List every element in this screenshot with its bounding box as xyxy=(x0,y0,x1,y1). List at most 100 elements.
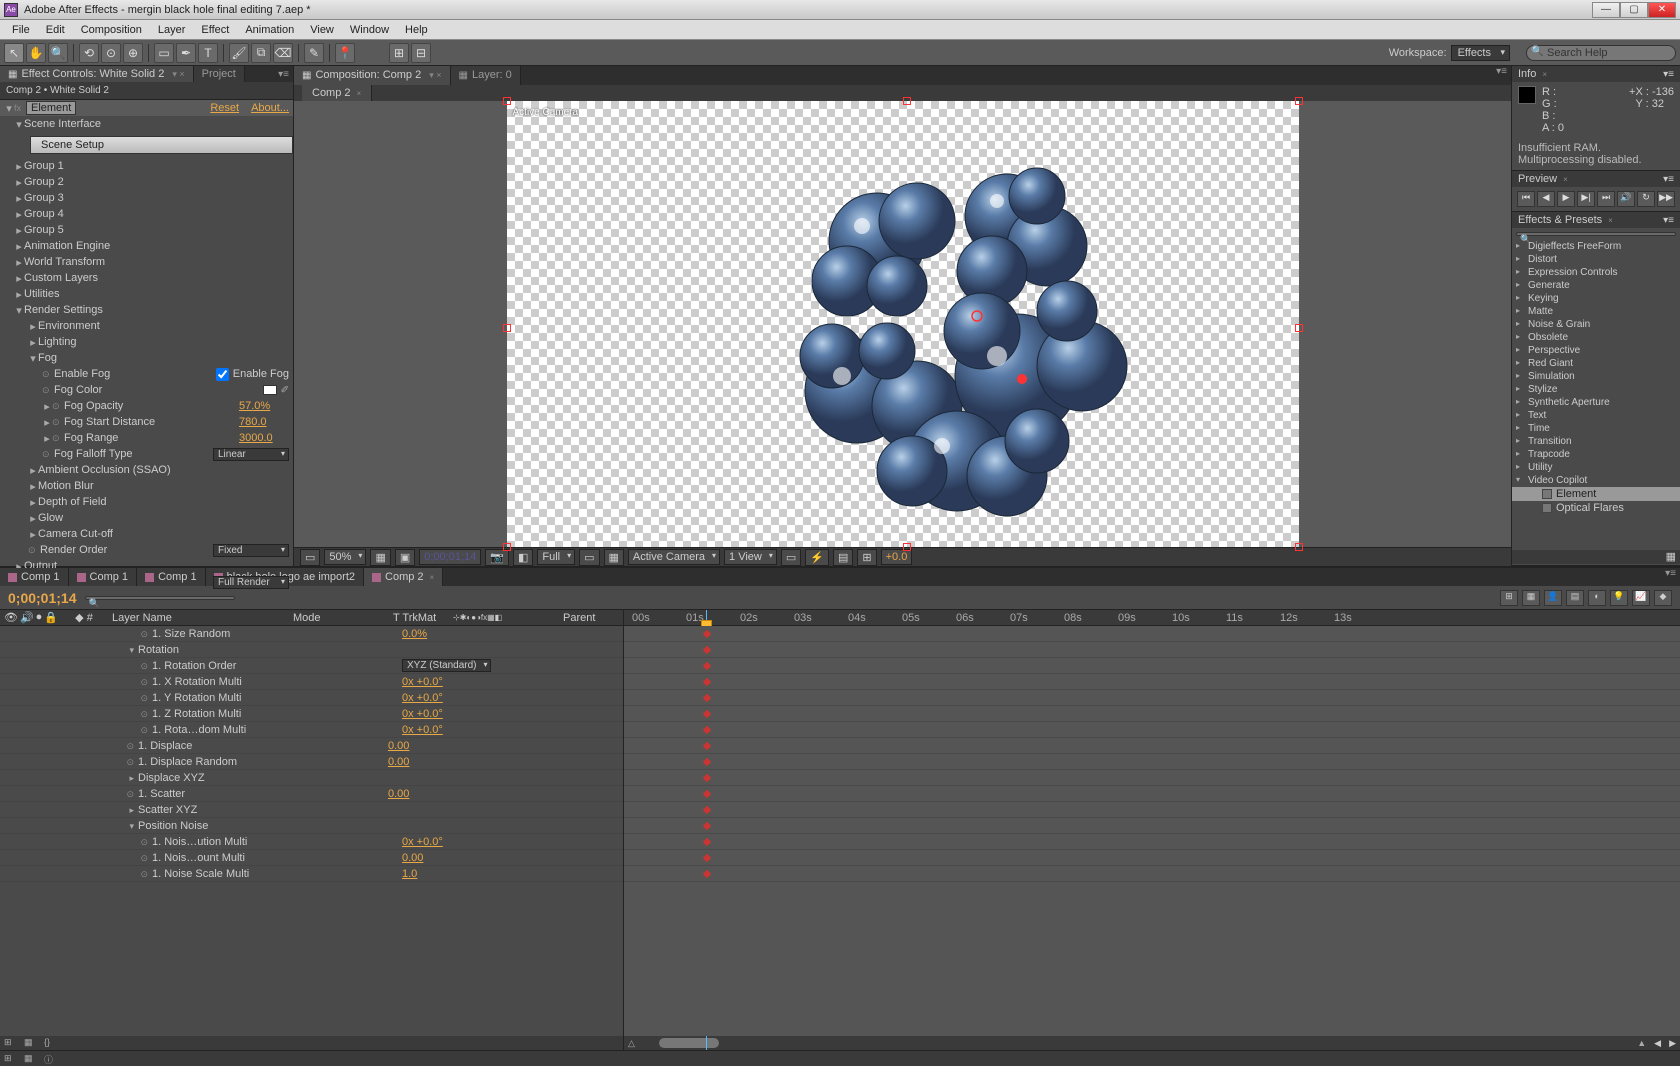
keyframe-icon[interactable] xyxy=(703,742,711,750)
render-order-dropdown[interactable]: Fixed xyxy=(213,544,289,557)
close-icon[interactable]: × xyxy=(430,573,435,582)
menu-animation[interactable]: Animation xyxy=(237,22,302,38)
timeline-track[interactable] xyxy=(624,818,1680,834)
toggle-switches-icon[interactable]: ⊞ xyxy=(4,1037,20,1049)
menu-composition[interactable]: Composition xyxy=(73,22,150,38)
fog-range-value[interactable]: 3000.0 xyxy=(239,432,289,444)
time-ruler[interactable]: 00s01s02s03s04s05s06s07s08s09s10s11s12s1… xyxy=(624,610,1680,626)
keyframe-icon[interactable] xyxy=(703,662,711,670)
auto-keyframe-icon[interactable]: ◆ xyxy=(1654,590,1672,606)
effects-preset-list[interactable]: Digieffects FreeForm Distort Expression … xyxy=(1512,240,1680,550)
timeline-tab[interactable]: Comp 1 xyxy=(0,568,69,586)
group-row[interactable]: ▸Group 4 xyxy=(0,206,293,222)
solo-column-icon[interactable]: ● xyxy=(36,611,43,624)
group-row[interactable]: ▸Group 5 xyxy=(0,222,293,238)
preset-folder[interactable]: Simulation xyxy=(1512,370,1680,383)
timeline-track[interactable] xyxy=(624,738,1680,754)
preset-folder[interactable]: Keying xyxy=(1512,292,1680,305)
exposure-value[interactable]: +0.0 xyxy=(881,549,913,565)
info-panel-header[interactable]: Info×▾≡ xyxy=(1512,66,1680,82)
keyframe-icon[interactable] xyxy=(703,790,711,798)
timeline-property-row[interactable]: ▸Scatter XYZ xyxy=(0,802,623,818)
section-row[interactable]: ▸Animation Engine xyxy=(0,238,293,254)
render-settings-row[interactable]: ▾Render Settings xyxy=(0,302,293,318)
project-tab[interactable]: Project xyxy=(194,66,245,82)
timeline-track[interactable] xyxy=(624,658,1680,674)
timeline-track[interactable] xyxy=(624,706,1680,722)
effect-controls-tab[interactable]: ▦ Effect Controls: White Solid 2▾ × xyxy=(0,66,194,82)
switches-column[interactable]: ⊹✱◐●◑fx▦◧ xyxy=(453,613,563,622)
section-row[interactable]: ▸Utilities xyxy=(0,286,293,302)
toggle-in-out-icon[interactable]: {} xyxy=(44,1037,60,1049)
effect-name[interactable]: Element xyxy=(26,101,76,115)
next-frame-button[interactable]: ▶| xyxy=(1577,191,1595,207)
clone-tool-icon[interactable]: ⧉ xyxy=(251,43,271,63)
keyframe-icon[interactable] xyxy=(703,806,711,814)
lock-column-icon[interactable]: 🔒 xyxy=(44,611,58,624)
lighting-row[interactable]: ▸Lighting xyxy=(0,334,293,350)
camera-cutoff-row[interactable]: ▸Camera Cut-off xyxy=(0,526,293,542)
fog-start-value[interactable]: 780.0 xyxy=(239,416,289,428)
search-help-input[interactable]: Search Help xyxy=(1526,45,1676,61)
rotate-tool-icon[interactable]: ⟲ xyxy=(79,43,99,63)
preset-folder[interactable]: Generate xyxy=(1512,279,1680,292)
grid-icon[interactable]: ▦ xyxy=(370,549,390,566)
stopwatch-icon[interactable]: ⊙ xyxy=(140,725,148,735)
timeline-track[interactable] xyxy=(624,690,1680,706)
disclosure-arrow-icon[interactable]: ▾ xyxy=(129,821,134,831)
stopwatch-icon[interactable]: ⊙ xyxy=(126,757,134,767)
preset-folder[interactable]: Trapcode xyxy=(1512,448,1680,461)
preset-folder-open[interactable]: Video Copilot xyxy=(1512,474,1680,487)
menu-edit[interactable]: Edit xyxy=(38,22,73,38)
close-icon[interactable]: × xyxy=(357,89,362,98)
label-column-icon[interactable]: ◆ xyxy=(75,612,83,624)
preset-folder[interactable]: Matte xyxy=(1512,305,1680,318)
timeline-property-row[interactable]: ⊙1. Size Random0.0% xyxy=(0,626,623,642)
stopwatch-icon[interactable]: ⊙ xyxy=(140,869,148,879)
timeline-property-row[interactable]: ⊙1. Scatter0.00 xyxy=(0,786,623,802)
property-value[interactable]: 0.00 xyxy=(388,740,409,752)
section-row[interactable]: ▸Custom Layers xyxy=(0,270,293,286)
brainstorm-icon[interactable]: 💡 xyxy=(1610,590,1628,606)
preset-folder[interactable]: Distort xyxy=(1512,253,1680,266)
preset-folder[interactable]: Perspective xyxy=(1512,344,1680,357)
roi-icon[interactable]: ▭ xyxy=(579,549,599,566)
timeline-search-input[interactable] xyxy=(85,596,235,600)
pen-tool-icon[interactable]: ✒ xyxy=(176,43,196,63)
zoom-in-icon[interactable]: ▲ xyxy=(1637,1038,1646,1048)
preset-folder[interactable]: Obsolete xyxy=(1512,331,1680,344)
timeline-track[interactable] xyxy=(624,722,1680,738)
stopwatch-icon[interactable]: ⊙ xyxy=(140,837,148,847)
property-value[interactable]: 0.00 xyxy=(388,756,409,768)
reset-link[interactable]: Reset xyxy=(210,102,239,114)
layer-name-column[interactable]: Layer Name xyxy=(108,612,293,624)
property-value[interactable]: 0x +0.0° xyxy=(402,836,443,848)
property-value[interactable]: 0x +0.0° xyxy=(402,708,443,720)
timeline-property-row[interactable]: ⊙1. Displace0.00 xyxy=(0,738,623,754)
stopwatch-icon[interactable]: ⊙ xyxy=(140,853,148,863)
scroll-right-icon[interactable]: ▶ xyxy=(1669,1038,1676,1049)
draft-3d-icon[interactable]: ▦ xyxy=(1522,590,1540,606)
zoom-tool-icon[interactable]: 🔍 xyxy=(48,43,68,63)
ram-preview-button[interactable]: ▶▶ xyxy=(1657,191,1675,207)
menu-layer[interactable]: Layer xyxy=(150,22,194,38)
timeline-property-row[interactable]: ⊙1. Noise Scale Multi1.0 xyxy=(0,866,623,882)
timeline-property-row[interactable]: ⊙1. Rotation OrderXYZ (Standard) xyxy=(0,658,623,674)
3d-view-dropdown[interactable]: Active Camera xyxy=(628,549,720,565)
preset-folder[interactable]: Time xyxy=(1512,422,1680,435)
preset-folder[interactable]: Stylize xyxy=(1512,383,1680,396)
property-value[interactable]: 1.0 xyxy=(402,868,417,880)
hand-tool-icon[interactable]: ✋ xyxy=(26,43,46,63)
bounds-handle[interactable] xyxy=(1295,543,1303,551)
fog-row[interactable]: ▾Fog xyxy=(0,350,293,366)
maximize-button[interactable]: ▢ xyxy=(1620,2,1648,18)
first-frame-button[interactable]: ⏮ xyxy=(1517,191,1535,207)
panel-footer-icon[interactable]: ▦ xyxy=(1512,550,1680,564)
scroll-left-icon[interactable]: ◀ xyxy=(1654,1038,1661,1049)
property-value[interactable]: 0.00 xyxy=(402,852,423,864)
timeline-property-row[interactable]: ▸Displace XYZ xyxy=(0,770,623,786)
preset-folder[interactable]: Expression Controls xyxy=(1512,266,1680,279)
timeline-property-row[interactable]: ⊙1. Rota…dom Multi0x +0.0° xyxy=(0,722,623,738)
mute-button[interactable]: 🔊 xyxy=(1617,191,1635,207)
menu-view[interactable]: View xyxy=(302,22,342,38)
